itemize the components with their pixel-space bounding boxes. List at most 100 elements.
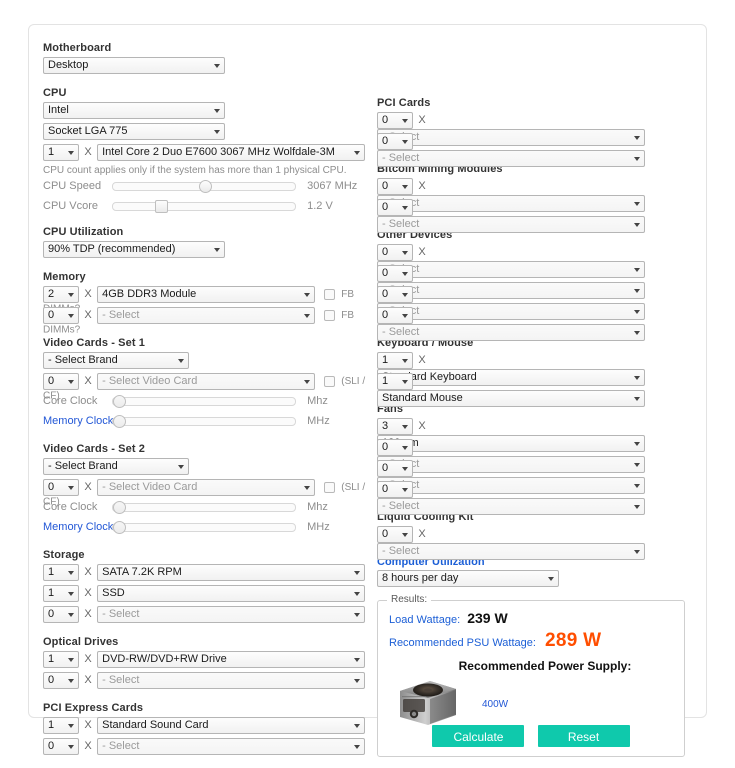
liquid-cooling-qty-select[interactable]: 0 [377, 526, 413, 543]
optical-drive-select[interactable]: - Select [97, 672, 366, 689]
optical-drive-qty-select[interactable]: 1 [43, 651, 79, 668]
fan-select[interactable]: - Select [377, 477, 645, 494]
video-card-brand-select[interactable]: - Select Brand [43, 352, 189, 369]
mouse-select[interactable]: Standard Mouse [377, 390, 645, 407]
fb-dimms-checkbox[interactable] [324, 289, 336, 300]
memory-clock-slider-handle[interactable] [113, 414, 127, 428]
cpu-speed-slider-handle[interactable] [198, 179, 212, 193]
liquid-cooling-select[interactable]: - Select [377, 543, 645, 560]
bitcoin-module-select[interactable]: - Select [377, 216, 645, 233]
pci-express-card-multiplier-symbol: X [84, 740, 92, 752]
video-card-brand-select[interactable]: - Select Brand [43, 458, 189, 475]
motherboard-type-select[interactable]: Desktop [43, 57, 225, 74]
storage-qty-select[interactable]: 1 [43, 564, 79, 581]
memory-qty-select[interactable]: 2 [43, 286, 79, 303]
other-device-qty-select[interactable]: 0 [377, 307, 413, 324]
optical-drive-qty-select[interactable]: 0 [43, 672, 79, 689]
bitcoin-module-select[interactable]: - Select [377, 195, 645, 212]
core-clock-slider-handle[interactable] [113, 500, 127, 514]
memory-clock-label[interactable]: Memory Clock [43, 415, 113, 427]
pci-card-select[interactable]: - Select [377, 150, 645, 167]
psu-model-caption[interactable]: 400W [482, 699, 508, 710]
sli-cf-checkbox[interactable] [324, 376, 336, 387]
sli-cf-checkbox[interactable] [324, 482, 336, 493]
fan-qty-select[interactable]: 0 [377, 439, 413, 456]
other-device-qty-select[interactable]: 0 [377, 244, 413, 261]
pci-card-row: 0 X - Select [377, 112, 695, 146]
video-card-model-value: - Select Video Card [102, 481, 198, 493]
fan-qty-value: 0 [382, 441, 389, 453]
cpu-utilization-row: 90% TDP (recommended) [43, 241, 373, 260]
pci-card-qty-select[interactable]: 0 [377, 112, 413, 129]
cpu-speed-value: 3067 MHz [307, 180, 358, 193]
pci-card-value: - Select [382, 130, 628, 145]
video-card-model-select[interactable]: - Select Video Card [97, 479, 316, 496]
other-device-select[interactable]: - Select [377, 303, 645, 320]
keyboard-select[interactable]: Standard Keyboard [377, 369, 645, 386]
other-device-qty-select[interactable]: 0 [377, 265, 413, 282]
keyboard-row: 1 X Standard Keyboard [377, 352, 695, 386]
fan-select[interactable]: - Select [377, 456, 645, 473]
core-clock-slider-handle[interactable] [113, 394, 127, 408]
power-supply-unit-photo [400, 681, 456, 725]
storage-multiplier-symbol: X [84, 566, 92, 578]
core-clock-slider[interactable] [112, 500, 297, 514]
keyboard-qty-select[interactable]: 1 [377, 352, 413, 369]
storage-device-select[interactable]: - Select [97, 606, 366, 623]
cpu-model-select[interactable]: Intel Core 2 Duo E7600 3067 MHz Wolfdale… [97, 144, 366, 161]
fb-dimms-checkbox[interactable] [324, 310, 336, 321]
core-clock-slider-row: Core Clock Mhz [43, 394, 373, 412]
memory-clock-slider[interactable] [112, 520, 297, 534]
bitcoin-module-qty-select[interactable]: 0 [377, 178, 413, 195]
cpu-speed-slider[interactable] [112, 179, 297, 193]
liquid-cooling-multiplier-symbol: X [418, 528, 426, 540]
fan-qty-select[interactable]: 3 [377, 418, 413, 435]
other-device-select[interactable]: - Select [377, 261, 645, 278]
core-clock-slider[interactable] [112, 394, 297, 408]
fan-qty-select[interactable]: 0 [377, 460, 413, 477]
memory-clock-label[interactable]: Memory Clock [43, 521, 113, 533]
fan-select[interactable]: 120mm [377, 435, 645, 452]
video-card-qty-select[interactable]: 0 [43, 373, 79, 390]
pci-card-select[interactable]: - Select [377, 129, 645, 146]
pci-card-qty-select[interactable]: 0 [377, 133, 413, 150]
cpu-brand-select[interactable]: Intel [43, 102, 225, 119]
bitcoin-module-qty-select[interactable]: 0 [377, 199, 413, 216]
storage-device-select[interactable]: SATA 7.2K RPM [97, 564, 366, 581]
reset-button[interactable]: Reset [537, 725, 630, 747]
memory-row: 2 X 4GB DDR3 Module FB DIMMs? [43, 286, 373, 315]
pci-express-card-select[interactable]: Standard Sound Card [97, 717, 366, 734]
cpu-model-value: Intel Core 2 Duo E7600 3067 MHz Wolfdale… [102, 146, 335, 158]
other-device-qty-select[interactable]: 0 [377, 286, 413, 303]
storage-qty-select[interactable]: 0 [43, 606, 79, 623]
other-device-select[interactable]: - Select [377, 282, 645, 299]
memory-qty-select[interactable]: 0 [43, 307, 79, 324]
memory-module-select[interactable]: 4GB DDR3 Module [97, 286, 316, 303]
other-device-select[interactable]: - Select [377, 324, 645, 341]
calculate-button[interactable]: Calculate [432, 725, 525, 747]
cpu-vcore-slider[interactable] [112, 199, 297, 213]
storage-qty-select[interactable]: 1 [43, 585, 79, 602]
bitcoin-module-value: - Select [382, 218, 420, 230]
video-card-model-select[interactable]: - Select Video Card [97, 373, 316, 390]
cpu-count-select[interactable]: 1 [43, 144, 79, 161]
group-cpu: CPU Intel Socket LGA 775 1 X Intel Core … [43, 87, 373, 217]
cpu-vcore-slider-handle[interactable] [154, 199, 168, 213]
computer-utilization-select[interactable]: 8 hours per day [377, 570, 559, 587]
cpu-utilization-select[interactable]: 90% TDP (recommended) [43, 241, 225, 258]
video-card-qty-select[interactable]: 0 [43, 479, 79, 496]
fan-select[interactable]: - Select [377, 498, 645, 515]
fan-qty-select[interactable]: 0 [377, 481, 413, 498]
storage-device-select[interactable]: SSD [97, 585, 366, 602]
pci-express-card-value: - Select [102, 740, 140, 752]
pci-express-card-qty-select[interactable]: 0 [43, 738, 79, 755]
pci-express-card-select[interactable]: - Select [97, 738, 366, 755]
fan-row: 3 X 120mm [377, 418, 695, 452]
optical-drive-select[interactable]: DVD-RW/DVD+RW Drive [97, 651, 366, 668]
mouse-qty-select[interactable]: 1 [377, 373, 413, 390]
pci-express-card-qty-select[interactable]: 1 [43, 717, 79, 734]
cpu-socket-select[interactable]: Socket LGA 775 [43, 123, 225, 140]
memory-clock-slider[interactable] [112, 414, 297, 428]
memory-clock-slider-handle[interactable] [113, 520, 127, 534]
memory-module-select[interactable]: - Select [97, 307, 316, 324]
